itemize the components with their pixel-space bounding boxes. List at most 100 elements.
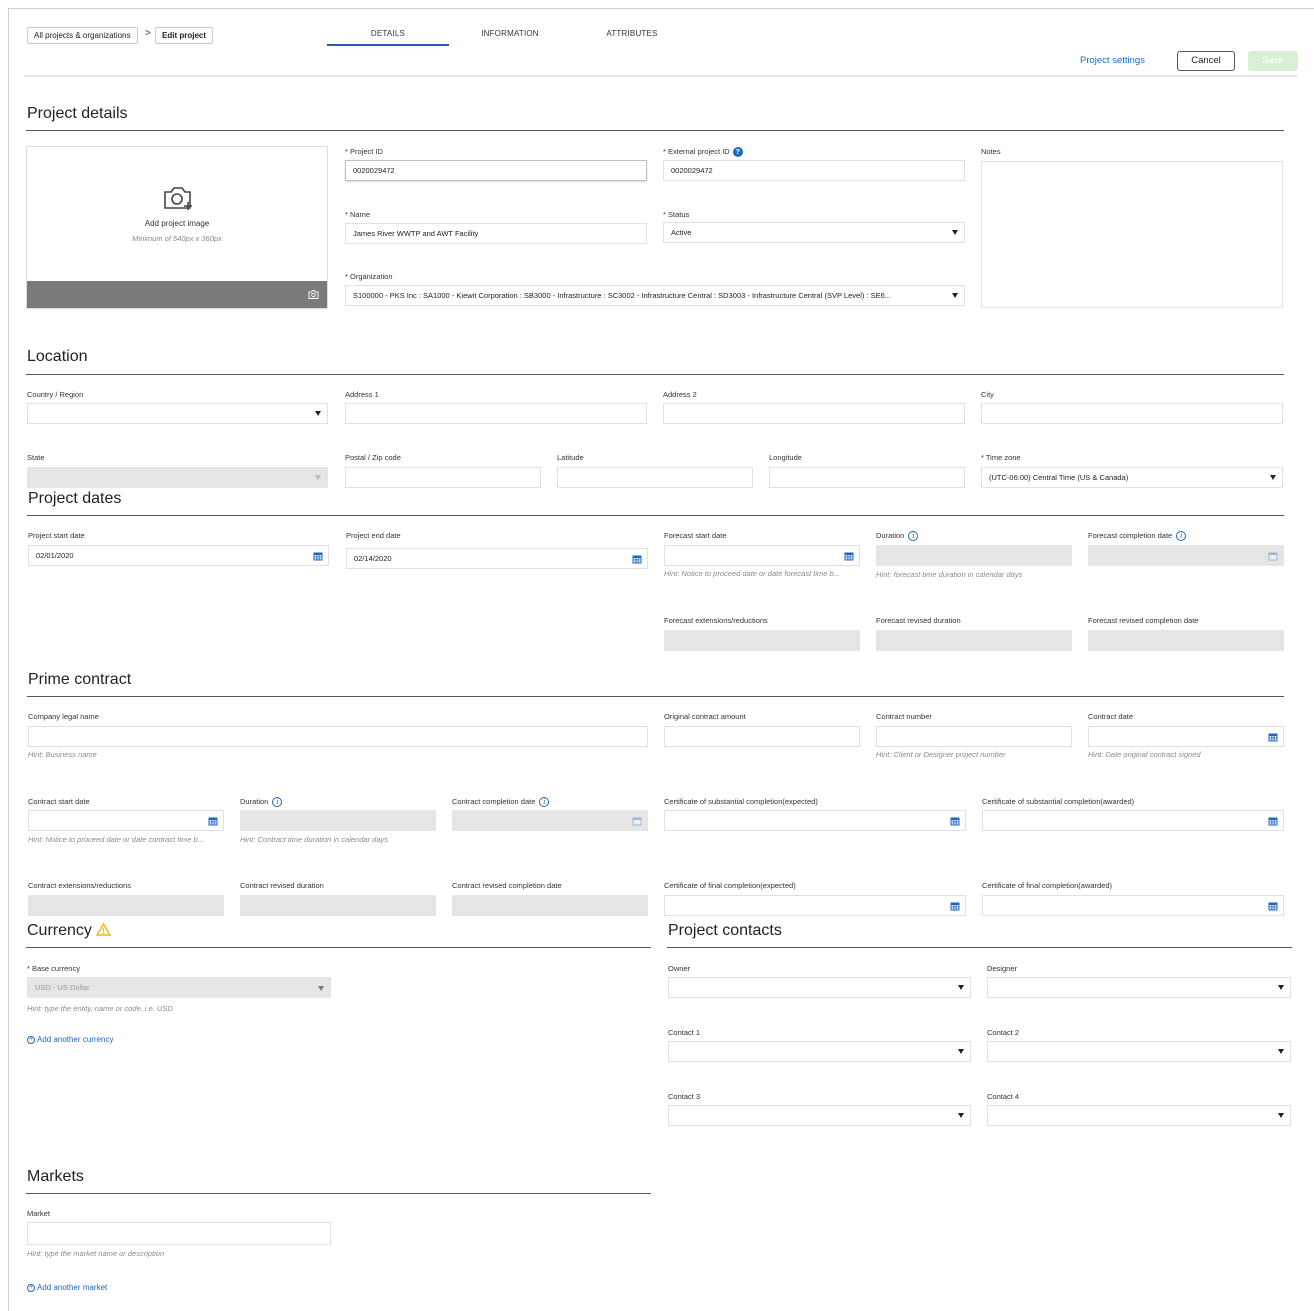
forecast-rev-duration-input [876,630,1072,651]
address2-input[interactable] [663,403,965,424]
final-expected-input[interactable] [664,895,966,916]
country-select[interactable] [27,403,328,424]
calendar-icon[interactable] [950,816,960,826]
chevron-down-icon [1278,1049,1284,1054]
longitude-input[interactable] [769,467,965,488]
latitude-input[interactable] [557,467,753,488]
external-id-input[interactable]: 0020029472 [663,160,965,181]
calendar-icon[interactable] [1268,732,1278,742]
add-currency-link[interactable]: + Add another currency [27,1035,114,1044]
warning-icon [96,922,112,936]
calendar-icon[interactable] [844,551,854,561]
project-id-input[interactable]: 0020029472 [345,160,647,181]
chevron-down-icon [1278,985,1284,990]
add-market-link[interactable]: + Add another market [27,1283,107,1292]
legal-name-input[interactable] [28,726,648,747]
forecast-start-input[interactable] [664,545,860,566]
chevron-down-icon [958,1113,964,1118]
cancel-button[interactable]: Cancel [1177,51,1235,71]
add-image-hint: Minimum of 540px x 360px [132,234,222,243]
market-label: Market [27,1209,50,1218]
info-icon[interactable]: i [1176,531,1187,542]
city-input[interactable] [981,403,1283,424]
forecast-duration-label: Duration i [876,531,919,542]
project-settings-link[interactable]: Project settings [1080,55,1145,66]
substantial-awarded-input[interactable] [982,810,1284,831]
postal-input[interactable] [345,467,541,488]
calendar-icon[interactable] [208,816,218,826]
add-camera-icon [164,187,192,210]
project-image-dropzone[interactable]: Add project image Minimum of 540px x 360… [26,146,328,309]
owner-select[interactable] [668,977,971,998]
project-start-input[interactable]: 02/01/2020 [28,545,329,566]
info-icon[interactable]: i [908,531,919,542]
project-end-label: Project end date [346,531,401,540]
info-icon[interactable]: i [272,797,283,808]
currency-heading: Currency [27,922,112,940]
breadcrumb-separator-icon: > [145,28,151,39]
calendar-icon[interactable] [313,551,323,561]
forecast-ext-label: Forecast extensions/reductions [664,616,768,625]
contract-ext-label: Contract extensions/reductions [28,881,131,890]
contact3-label: Contact 3 [668,1092,701,1101]
contract-start-input[interactable] [28,810,224,831]
contact1-select[interactable] [668,1041,971,1062]
legal-name-label: Company legal name [28,712,99,721]
notes-textarea[interactable] [981,161,1283,308]
save-button[interactable]: Save [1248,51,1298,71]
project-end-input[interactable]: 02/14/2020 [346,548,648,569]
name-input[interactable]: James River WWTP and AWT Facility [345,223,647,244]
contract-date-input[interactable] [1088,726,1284,747]
contract-amount-input[interactable] [664,726,860,747]
longitude-label: Longitude [769,453,802,462]
info-icon[interactable]: i [539,797,550,808]
contract-completion-input [452,810,648,831]
chevron-down-icon [952,293,958,298]
status-select[interactable]: Active [663,222,965,243]
organization-select[interactable]: S100000 - PKS Inc : SA1000 - Kiewit Corp… [345,285,965,306]
calendar-icon [632,817,642,826]
calendar-icon[interactable] [950,901,960,911]
section-divider [27,696,1284,697]
contract-number-input[interactable] [876,726,1072,747]
breadcrumb-root[interactable]: All projects & organizations [27,27,138,44]
forecast-completion-input [1088,545,1284,566]
chevron-down-icon [1278,1113,1284,1118]
final-awarded-input[interactable] [982,895,1284,916]
tab-attributes[interactable]: ATTRIBUTES [571,24,693,46]
markets-heading: Markets [27,1168,84,1185]
contact4-select[interactable] [987,1105,1291,1126]
contact3-select[interactable] [668,1105,971,1126]
contract-start-hint: Hint: Notice to proceed date or date con… [28,835,204,844]
add-image-title: Add project image [144,219,210,228]
image-toolbar [27,281,327,308]
chevron-down-icon [958,985,964,990]
add-circle-icon: + [27,1035,35,1044]
contract-ext-input [28,895,224,916]
owner-label: Owner [668,964,691,973]
calendar-icon[interactable] [632,554,642,564]
address1-input[interactable] [345,403,647,424]
section-divider [26,130,1284,131]
contact2-select[interactable] [987,1041,1291,1062]
chevron-down-icon [1270,475,1276,480]
address1-label: Address 1 [345,390,379,399]
tab-information[interactable]: INFORMATION [449,24,571,46]
timezone-select[interactable]: (UTC-06:00) Central Time (US & Canada) [981,467,1283,488]
organization-label: * Organization [345,272,393,281]
camera-icon[interactable] [308,290,319,299]
designer-select[interactable] [987,977,1291,998]
tab-details[interactable]: DETAILS [327,24,449,46]
contract-rev-completion-label: Contract revised completion date [452,881,562,890]
market-input[interactable] [27,1222,331,1245]
notes-label: Notes [981,147,1001,156]
base-currency-label: * Base currency [27,964,80,973]
substantial-expected-input[interactable] [664,810,966,831]
state-select[interactable] [27,467,328,488]
help-icon[interactable]: ? [732,147,743,158]
final-awarded-label: Certificate of final completion(awarded) [982,881,1113,890]
calendar-icon[interactable] [1268,901,1278,911]
project-id-label: * Project ID [345,147,383,156]
designer-label: Designer [987,964,1018,973]
calendar-icon[interactable] [1268,816,1278,826]
